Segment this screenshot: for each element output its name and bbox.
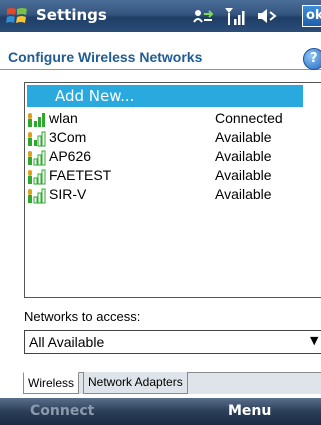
volume-icon[interactable]	[256, 6, 278, 26]
network-status: Available	[215, 167, 272, 183]
signal-bars-icon	[28, 131, 46, 147]
network-status: Connected	[215, 110, 283, 126]
dropdown-selected-value: All Available	[29, 334, 105, 350]
list-item-sir-v[interactable]: SIR-V Available	[27, 185, 321, 204]
wireless-network-list[interactable]: Add New... wlan Connected 3Com Available	[24, 82, 321, 298]
network-name: AP626	[49, 148, 92, 164]
list-item-faetest[interactable]: FAETEST Available	[27, 166, 321, 185]
softkey-bar: Connect Menu	[0, 398, 321, 425]
tab-bar: Wireless Network Adapters	[23, 372, 321, 394]
menu-softkey[interactable]: Menu	[228, 403, 271, 419]
tab-network-adapters[interactable]: Network Adapters	[83, 372, 188, 394]
network-status: Available	[215, 186, 272, 202]
signal-bars-icon	[28, 169, 46, 185]
list-item-ap626[interactable]: AP626 Available	[27, 147, 321, 166]
help-icon[interactable]: ?	[303, 48, 321, 70]
windows-start-icon[interactable]	[5, 4, 29, 28]
list-item-3com[interactable]: 3Com Available	[27, 128, 321, 147]
network-name: 3Com	[49, 129, 87, 145]
ok-button[interactable]: ok	[302, 5, 321, 27]
network-name: FAETEST	[49, 167, 112, 183]
page-header: Configure Wireless Networks ?	[0, 32, 321, 70]
network-name: SIR-V	[49, 186, 87, 202]
signal-bars-icon	[28, 113, 45, 127]
app-title: Settings	[36, 6, 107, 24]
list-item-wlan[interactable]: wlan Connected	[27, 109, 321, 128]
signal-strength-icon[interactable]	[224, 6, 246, 26]
tab-wireless[interactable]: Wireless	[23, 372, 80, 394]
title-bar: Settings ok	[0, 0, 321, 32]
networks-to-access-label: Networks to access:	[24, 309, 141, 324]
chevron-down-icon[interactable]: ▼	[310, 334, 318, 347]
add-new-network-item[interactable]: Add New...	[27, 85, 303, 107]
page-title: Configure Wireless Networks	[8, 49, 203, 65]
connectivity-icon[interactable]	[192, 6, 214, 26]
network-status: Available	[215, 129, 272, 145]
networks-to-access-dropdown[interactable]: All Available ▼	[24, 330, 321, 354]
connect-softkey[interactable]: Connect	[30, 403, 94, 419]
network-status: Available	[215, 148, 272, 164]
signal-bars-icon	[28, 150, 46, 166]
signal-bars-icon	[28, 188, 46, 204]
network-name: wlan	[49, 110, 78, 126]
